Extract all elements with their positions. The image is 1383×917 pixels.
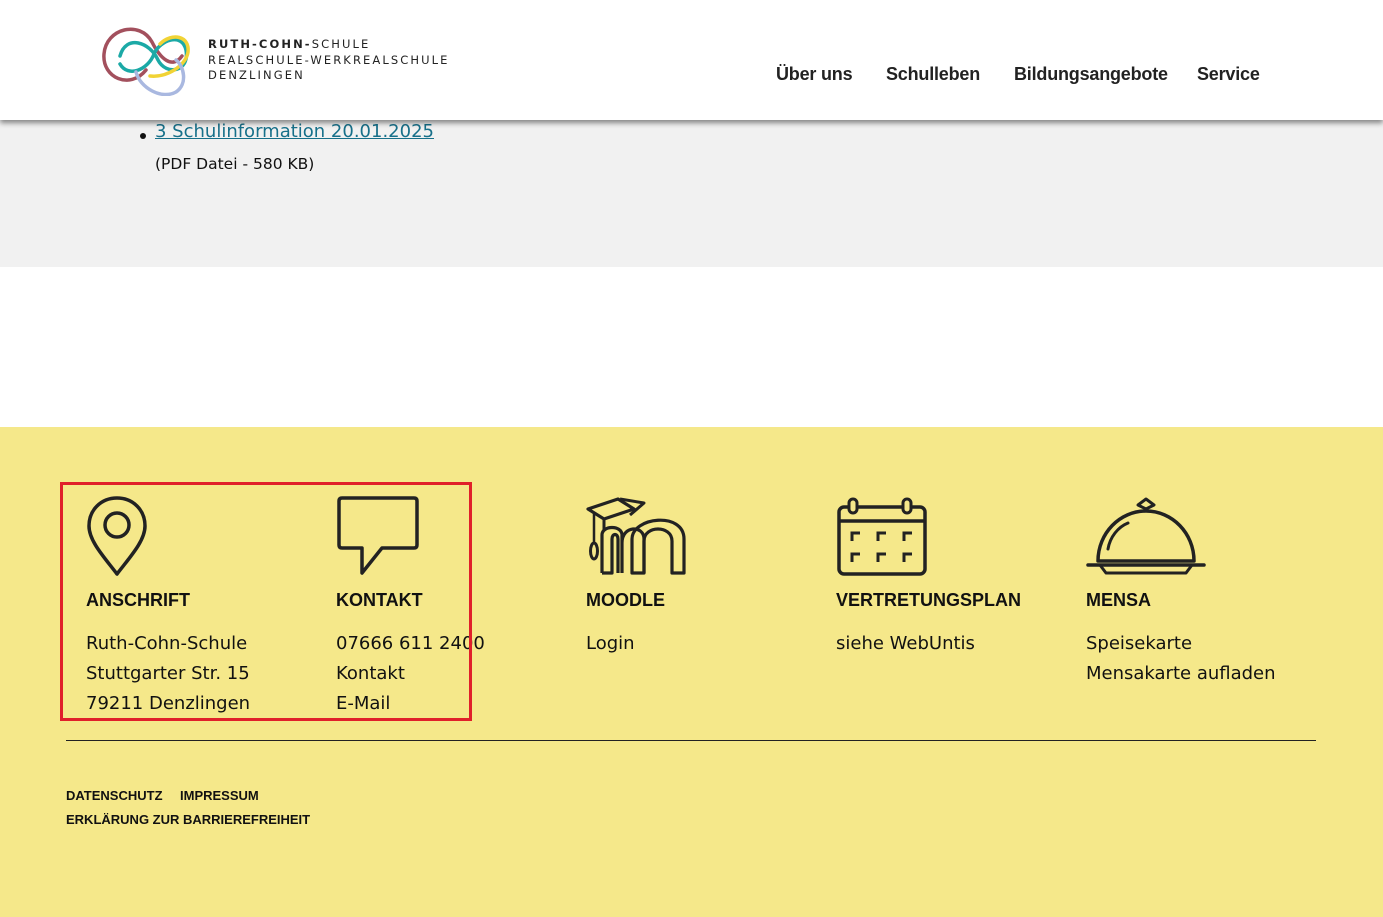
document-link[interactable]: 3 Schulinformation 20.01.2025 xyxy=(155,121,434,142)
logo-line3: DENZLINGEN xyxy=(208,68,305,82)
cloche-icon xyxy=(1086,497,1206,575)
impressum-link[interactable]: IMPRESSUM xyxy=(180,788,259,803)
calendar-icon xyxy=(837,497,927,576)
mensakarte-link[interactable]: Mensakarte aufladen xyxy=(1086,663,1276,684)
logo-line1-bold: RUTH-COHN- xyxy=(208,37,312,51)
moodle-icon xyxy=(586,497,686,575)
list-bullet xyxy=(140,133,146,139)
content-area: 3 Schulinformation 20.01.2025 (PDF Datei… xyxy=(0,120,1383,267)
datenschutz-link[interactable]: DATENSCHUTZ xyxy=(66,788,163,803)
vertretungsplan-title: VERTRETUNGSPLAN xyxy=(836,590,1022,610)
logo-line1-rest: SCHULE xyxy=(311,37,371,51)
site-header: RUTH-COHN-SCHULE REALSCHULE-WERKREALSCHU… xyxy=(0,0,1383,120)
nav-schulleben[interactable]: Schulleben xyxy=(886,64,980,85)
nav-ueber-uns[interactable]: Über uns xyxy=(776,64,853,85)
site-footer: ANSCHRIFT Ruth-Cohn-Schule Stuttgarter S… xyxy=(0,427,1383,917)
logo-line2: REALSCHULE-WERKREALSCHULE xyxy=(208,52,450,67)
logo-wordmark[interactable]: RUTH-COHN-SCHULE REALSCHULE-WERKREALSCHU… xyxy=(208,37,450,84)
nav-bildungsangebote[interactable]: Bildungsangebote xyxy=(1014,64,1168,85)
webuntis-link[interactable]: siehe WebUntis xyxy=(836,633,975,654)
mensa-title: MENSA xyxy=(1086,590,1152,610)
moodle-login-link[interactable]: Login xyxy=(586,633,635,654)
barrierefreiheit-link[interactable]: ERKLÄRUNG ZUR BARRIEREFREIHEIT xyxy=(66,812,310,827)
footer-divider xyxy=(66,740,1316,741)
document-meta: (PDF Datei - 580 KB) xyxy=(155,155,315,173)
moodle-title: MOODLE xyxy=(586,590,665,610)
speisekarte-link[interactable]: Speisekarte xyxy=(1086,633,1192,654)
highlight-box xyxy=(60,482,472,721)
school-logo-icon[interactable] xyxy=(100,20,192,96)
nav-service[interactable]: Service xyxy=(1197,64,1260,85)
